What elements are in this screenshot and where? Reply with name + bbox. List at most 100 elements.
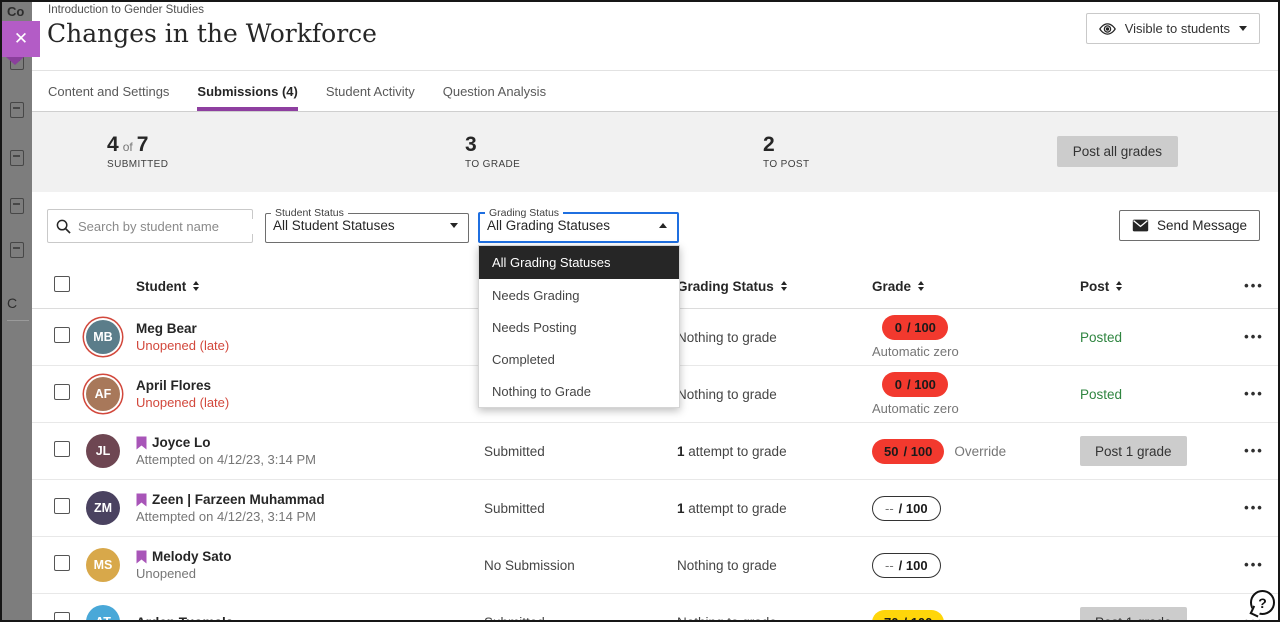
student-name[interactable]: Melody Sato: [152, 549, 232, 564]
row-checkbox[interactable]: [54, 498, 70, 514]
visibility-label: Visible to students: [1125, 21, 1230, 36]
close-panel-button[interactable]: ✕: [2, 21, 40, 57]
sidebar-card-icon[interactable]: [10, 150, 24, 166]
grade-pill[interactable]: 50/ 100: [872, 439, 944, 464]
submission-status: Submitted: [484, 444, 677, 459]
student-name[interactable]: Arden Tuomala: [136, 615, 233, 622]
row-menu-icon[interactable]: •••: [1244, 443, 1264, 458]
grading-status: 1 attempt to grade: [677, 444, 862, 459]
option-nothing-to-grade[interactable]: Nothing to Grade: [479, 375, 679, 407]
student-name[interactable]: Zeen | Farzeen Muhammad: [152, 492, 325, 507]
posted-label: Posted: [1080, 330, 1122, 345]
chevron-down-icon: [1239, 26, 1247, 31]
stat-to-post: 2 TO POST: [763, 133, 810, 170]
grade-pill[interactable]: 70/ 100: [872, 610, 944, 622]
chevron-up-icon: [659, 223, 667, 228]
row-menu-icon[interactable]: •••: [1244, 557, 1264, 572]
table-row[interactable]: AT Arden Tuomala Submitted Nothing to gr…: [32, 594, 1278, 622]
avatar: MB: [86, 320, 120, 354]
stat-submitted: 4 of 7 SUBMITTED: [107, 133, 168, 170]
send-message-button[interactable]: Send Message: [1119, 210, 1260, 241]
student-name[interactable]: Meg Bear: [136, 321, 197, 336]
col-post[interactable]: Post: [1076, 279, 1230, 294]
submission-status: Submitted: [484, 501, 677, 516]
page-title: Changes in the Workforce: [47, 19, 377, 48]
sidebar-pencil-icon[interactable]: [10, 198, 24, 214]
chevron-down-icon: [450, 223, 458, 228]
student-status-line: Unopened (late): [136, 338, 484, 353]
sort-icon: [781, 281, 787, 291]
student-status-line: Attempted on 4/12/23, 3:14 PM: [136, 452, 484, 467]
student-name[interactable]: April Flores: [136, 378, 211, 393]
grading-status-select[interactable]: Grading Status All Grading Statuses: [478, 207, 679, 243]
grading-status-value: All Grading Statuses: [487, 218, 610, 233]
sidebar-gradebook-icon[interactable]: [10, 242, 24, 258]
grading-status: Nothing to grade: [677, 615, 862, 622]
avatar: AF: [86, 377, 120, 411]
sort-icon: [918, 281, 924, 291]
course-sidebar: Co C: [2, 2, 32, 620]
student-name[interactable]: Joyce Lo: [152, 435, 211, 450]
flag-icon: [136, 436, 147, 450]
select-all-checkbox[interactable]: [54, 276, 70, 292]
option-completed[interactable]: Completed: [479, 343, 679, 375]
close-icon: ✕: [14, 29, 28, 48]
grade-pill[interactable]: --/ 100: [872, 496, 941, 521]
row-checkbox[interactable]: [54, 555, 70, 571]
col-grade[interactable]: Grade: [862, 279, 1076, 294]
row-checkbox[interactable]: [54, 441, 70, 457]
sidebar-divider: [7, 320, 29, 321]
grade-pill[interactable]: --/ 100: [872, 553, 941, 578]
sidebar-terminal-icon[interactable]: [10, 102, 24, 118]
row-menu-icon[interactable]: •••: [1244, 500, 1264, 515]
sort-icon: [193, 281, 199, 291]
tab-submissions[interactable]: Submissions (4): [197, 71, 297, 111]
post-all-grades-button[interactable]: Post all grades: [1057, 136, 1178, 167]
avatar: MS: [86, 548, 120, 582]
option-all-grading-statuses[interactable]: All Grading Statuses: [479, 246, 679, 279]
col-student[interactable]: Student: [136, 279, 484, 294]
table-row[interactable]: JL Joyce Lo Attempted on 4/12/23, 3:14 P…: [32, 423, 1278, 480]
send-message-label: Send Message: [1157, 218, 1247, 233]
visibility-dropdown-button[interactable]: Visible to students: [1086, 13, 1260, 44]
submission-status: No Submission: [484, 558, 677, 573]
row-menu-icon[interactable]: •••: [1244, 386, 1264, 401]
option-needs-posting[interactable]: Needs Posting: [479, 311, 679, 343]
avatar: ZM: [86, 491, 120, 525]
tab-content-and-settings[interactable]: Content and Settings: [48, 71, 169, 111]
grading-status: Nothing to grade: [677, 558, 862, 573]
tab-student-activity[interactable]: Student Activity: [326, 71, 415, 111]
row-checkbox[interactable]: [54, 327, 70, 343]
option-needs-grading[interactable]: Needs Grading: [479, 279, 679, 311]
grade-note: Automatic zero: [872, 344, 959, 359]
student-status-line: Unopened (late): [136, 395, 484, 410]
col-grading-status[interactable]: Grading Status: [677, 279, 862, 294]
tab-bar: Content and Settings Submissions (4) Stu…: [32, 70, 1278, 112]
sidebar-clipped-text: Co: [7, 4, 24, 19]
submitted-count: 4: [107, 133, 119, 157]
table-row[interactable]: MS Melody Sato Unopened No Submission No…: [32, 537, 1278, 594]
table-row[interactable]: ZM Zeen | Farzeen Muhammad Attempted on …: [32, 480, 1278, 537]
table-menu-icon[interactable]: •••: [1244, 278, 1264, 293]
search-input[interactable]: [78, 219, 254, 234]
post-grade-button[interactable]: Post 1 grade: [1080, 436, 1187, 466]
search-icon: [56, 219, 71, 234]
row-checkbox[interactable]: [54, 384, 70, 400]
flag-icon: [136, 493, 147, 507]
row-menu-icon[interactable]: •••: [1244, 329, 1264, 344]
tab-question-analysis[interactable]: Question Analysis: [443, 71, 546, 111]
row-checkbox[interactable]: [54, 612, 70, 622]
to-grade-count: 3: [465, 133, 477, 157]
student-search[interactable]: [47, 209, 253, 243]
student-status-select[interactable]: Student Status All Student Statuses: [265, 207, 469, 243]
student-status-line: Attempted on 4/12/23, 3:14 PM: [136, 509, 484, 524]
to-post-count: 2: [763, 133, 775, 157]
grading-status: Nothing to grade: [677, 330, 862, 345]
assessment-panel: Introduction to Gender Studies Changes i…: [32, 2, 1278, 620]
flag-icon: [136, 550, 147, 564]
grade-pill[interactable]: 0/ 100: [882, 372, 948, 397]
help-button[interactable]: ?: [1250, 590, 1275, 615]
student-status-value: All Student Statuses: [273, 218, 395, 233]
post-grade-button[interactable]: Post 1 grade: [1080, 607, 1187, 622]
grade-pill[interactable]: 0/ 100: [882, 315, 948, 340]
